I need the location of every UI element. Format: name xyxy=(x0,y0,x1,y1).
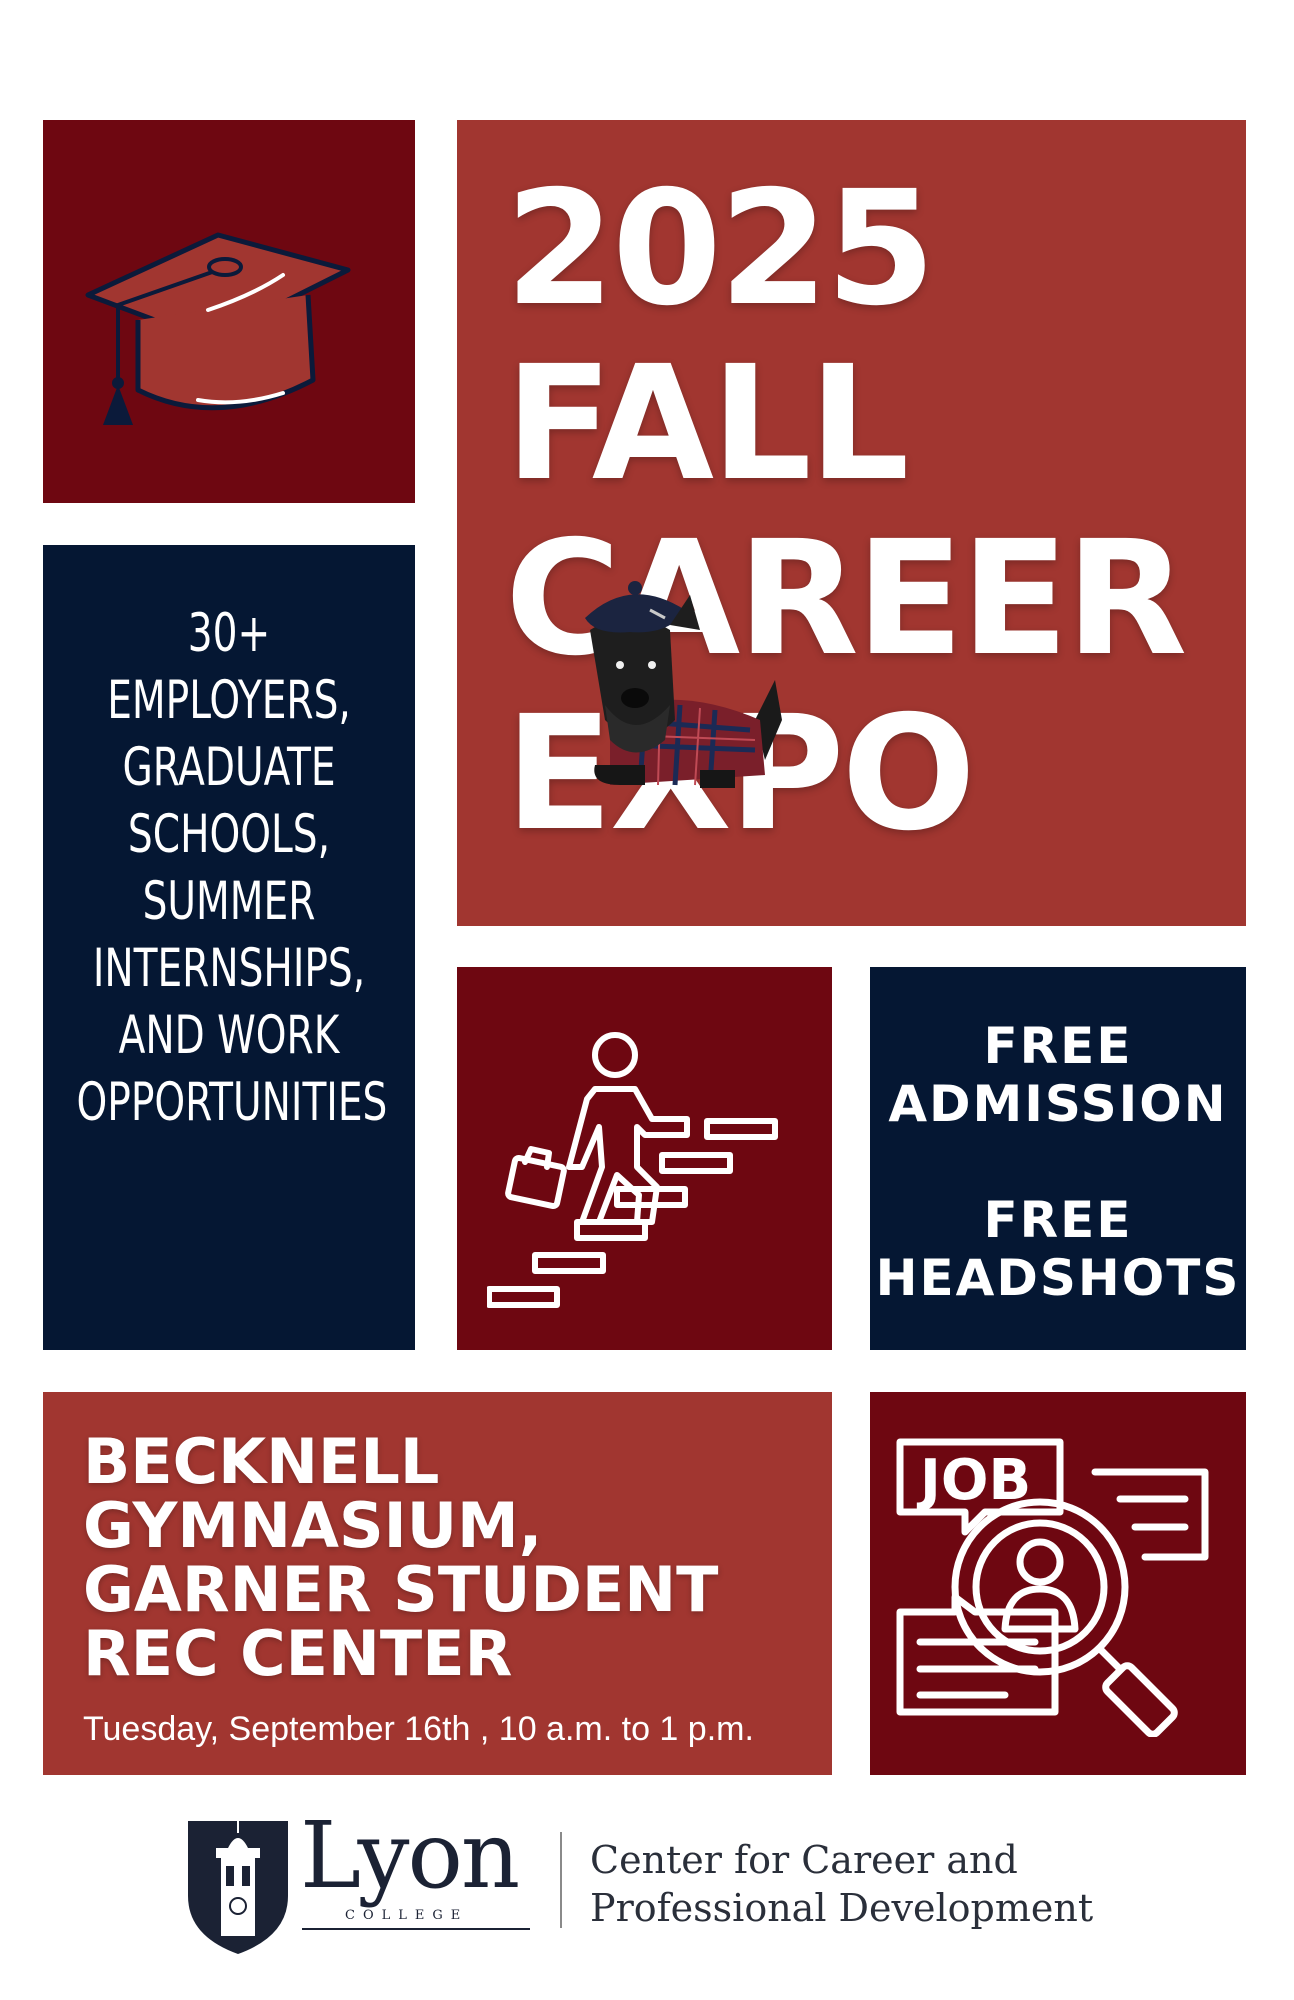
title-year: 2025 xyxy=(505,157,936,341)
job-search-tile: JOB xyxy=(870,1392,1246,1775)
department-name-line-2: Professional Development xyxy=(590,1886,1094,1930)
title-season: FALL xyxy=(505,332,909,516)
lyon-logo-subtitle: COLLEGE xyxy=(345,1908,469,1923)
climbing-stairs-icon xyxy=(487,1032,778,1308)
venue-line-2: GYMNASIUM, xyxy=(83,1489,543,1562)
free-perks-tile: FREE ADMISSION FREE HEADSHOTS xyxy=(870,967,1246,1350)
opportunities-line: EMPLOYERS, xyxy=(107,670,351,731)
free-headshots-label-1: FREE xyxy=(983,1191,1133,1249)
free-admission-label-1: FREE xyxy=(983,1017,1133,1075)
lyon-shield-icon xyxy=(188,1821,288,1954)
venue-line-4: REC CENTER xyxy=(83,1617,513,1690)
venue-line-3: GARNER STUDENT xyxy=(83,1553,719,1626)
scottie-dog-mascot-icon xyxy=(585,581,782,788)
venue-tile: BECKNELL GYMNASIUM, GARNER STUDENT REC C… xyxy=(43,1392,832,1775)
opportunities-text: 30+ EMPLOYERS, GRADUATE SCHOOLS, SUMMER … xyxy=(76,600,388,1136)
opportunities-line: GRADUATE xyxy=(122,737,336,798)
free-admission-label-2: ADMISSION xyxy=(888,1075,1228,1133)
job-search-icon: JOB xyxy=(896,1438,1209,1737)
opportunities-line: OPPORTUNITIES xyxy=(76,1072,388,1133)
footer: Lyon COLLEGE Center for Career and Profe… xyxy=(0,1800,1294,2000)
free-headshots-label-2: HEADSHOTS xyxy=(875,1249,1241,1307)
graduation-cap-icon xyxy=(85,232,351,425)
opportunities-tile: 30+ EMPLOYERS, GRADUATE SCHOOLS, SUMMER … xyxy=(43,545,415,1350)
event-date-time: Tuesday, September 16th , 10 a.m. to 1 p… xyxy=(83,1710,754,1748)
lyon-logo-word: Lyon xyxy=(300,1802,520,1909)
footer-divider xyxy=(560,1832,562,1928)
opportunities-line: SCHOOLS, xyxy=(127,804,331,865)
opportunities-line: 30+ xyxy=(187,603,271,664)
venue-line-1: BECKNELL xyxy=(83,1425,440,1498)
logo-underline xyxy=(302,1928,530,1930)
opportunities-line: AND WORK xyxy=(118,1005,340,1066)
graduation-cap-tile xyxy=(43,120,415,503)
opportunities-line: SUMMER xyxy=(142,871,316,932)
career-ladder-tile xyxy=(457,967,832,1350)
opportunities-line: INTERNSHIPS, xyxy=(92,938,366,999)
department-name-line-1: Center for Career and xyxy=(590,1838,1018,1882)
